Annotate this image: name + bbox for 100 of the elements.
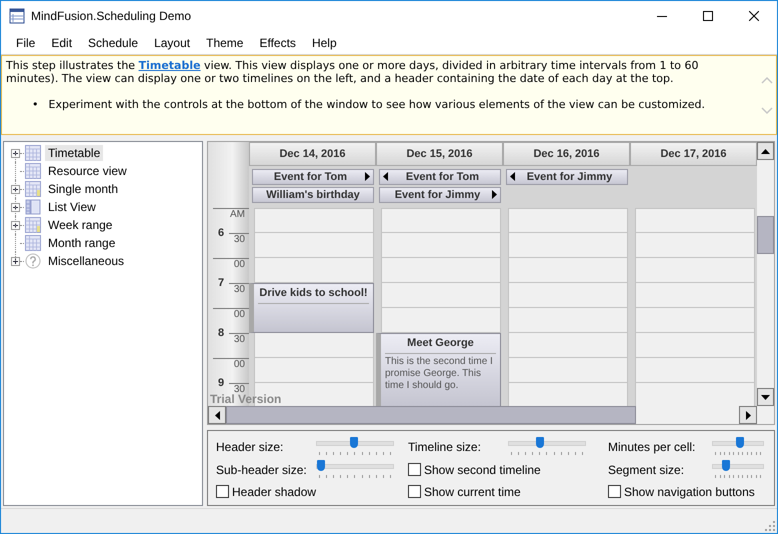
time-cell[interactable] — [254, 258, 374, 282]
time-cell[interactable] — [508, 382, 628, 406]
left-arrow-icon — [214, 410, 220, 420]
hour-label: 9 — [218, 377, 224, 389]
list-icon — [25, 199, 41, 215]
time-cell[interactable] — [508, 232, 628, 258]
day-header: Dec 15, 2016 — [376, 142, 503, 166]
checkbox[interactable] — [216, 485, 229, 498]
slider[interactable] — [508, 437, 586, 457]
minute-label: AM — [229, 208, 246, 222]
time-cell[interactable] — [254, 332, 374, 358]
time-cell[interactable] — [381, 208, 501, 232]
scroll-up-icon[interactable] — [761, 76, 773, 84]
menu-item[interactable]: Edit — [43, 36, 80, 50]
slider[interactable] — [712, 460, 764, 480]
checkbox[interactable] — [408, 485, 421, 498]
minute-label: 00 — [232, 258, 246, 272]
timetable-icon — [25, 145, 41, 161]
calendar-icon — [25, 181, 41, 197]
time-cell[interactable] — [508, 258, 628, 282]
all-day-event[interactable]: Event for Tom — [252, 168, 374, 185]
scroll-down-button[interactable] — [757, 388, 774, 406]
scroll-right-button[interactable] — [739, 406, 757, 424]
down-arrow-icon — [761, 394, 770, 400]
tree-item[interactable]: Resource view — [45, 163, 130, 179]
slider[interactable] — [316, 460, 394, 480]
all-day-event[interactable]: Event for Jimmy — [379, 186, 501, 203]
time-cell[interactable] — [635, 232, 755, 258]
time-cell[interactable] — [635, 332, 755, 358]
bullet-mark: • — [32, 98, 38, 112]
tree-item[interactable]: Month range — [45, 235, 118, 251]
slider[interactable] — [316, 437, 394, 457]
expand-icon[interactable] — [11, 148, 20, 158]
all-day-event[interactable]: Event for Jimmy — [506, 168, 628, 185]
appointment[interactable]: Drive kids to school! — [249, 282, 374, 332]
day-header: Dec 17, 2016 — [630, 142, 757, 166]
checkbox-label[interactable]: Show current time — [424, 482, 521, 500]
time-cell[interactable] — [508, 308, 628, 332]
timetable-link[interactable]: Timetable — [138, 59, 201, 72]
scroll-left-button[interactable] — [208, 406, 226, 424]
right-arrow-icon — [746, 410, 750, 420]
time-cell[interactable] — [635, 358, 755, 382]
expand-icon[interactable] — [11, 202, 20, 212]
time-cell[interactable] — [254, 208, 374, 232]
time-cell[interactable] — [381, 308, 501, 332]
menu-item[interactable]: Effects — [251, 36, 304, 50]
calendar-icon — [25, 217, 41, 233]
hour-label: 7 — [218, 277, 224, 289]
time-cell[interactable] — [254, 358, 374, 382]
time-cell[interactable] — [635, 282, 755, 308]
tree-item[interactable]: Timetable — [45, 145, 104, 161]
tree-item[interactable]: Week range — [45, 217, 116, 233]
tree-item[interactable]: Miscellaneous — [45, 253, 128, 269]
time-cell[interactable] — [254, 232, 374, 258]
close-icon — [749, 11, 759, 21]
menu-item[interactable]: File — [8, 36, 44, 50]
checkbox[interactable] — [608, 485, 621, 498]
setting-label: Segment size: — [608, 462, 686, 477]
checkbox[interactable] — [408, 462, 421, 476]
slider[interactable] — [712, 437, 764, 457]
hour-label: 6 — [218, 227, 224, 239]
tree-item[interactable]: Single month — [45, 181, 122, 197]
setting-label: Header size: — [216, 439, 284, 454]
time-cell[interactable] — [508, 282, 628, 308]
menu-item[interactable]: Schedule — [80, 36, 146, 50]
checkbox-label[interactable]: Show navigation buttons — [624, 482, 755, 500]
time-cell[interactable] — [508, 208, 628, 232]
time-cell[interactable] — [381, 282, 501, 308]
scroll-up-button[interactable] — [757, 142, 774, 160]
setting-label: Sub-header size: — [216, 462, 308, 477]
expand-icon[interactable] — [11, 184, 20, 194]
time-cell[interactable] — [508, 332, 628, 358]
all-day-event[interactable]: William's birthday — [252, 186, 374, 203]
setting-label: Minutes per cell: — [608, 439, 696, 454]
tree-item[interactable]: List View — [45, 199, 99, 215]
time-cell[interactable] — [635, 382, 755, 406]
time-cell[interactable] — [381, 258, 501, 282]
time-cell[interactable] — [635, 258, 755, 282]
grid-icon — [25, 163, 41, 179]
scroll-thumb[interactable] — [226, 406, 636, 424]
time-cell[interactable] — [381, 232, 501, 258]
scroll-down-icon[interactable] — [761, 106, 773, 114]
all-day-event[interactable]: Event for Tom — [379, 168, 501, 185]
time-cell[interactable] — [508, 358, 628, 382]
checkbox-label[interactable]: Show second timeline — [424, 460, 541, 477]
time-cell[interactable] — [635, 208, 755, 232]
maximize-icon — [703, 11, 713, 21]
header-corner — [208, 142, 249, 166]
app-icon — [9, 8, 25, 24]
menu-item[interactable]: Layout — [146, 36, 198, 50]
resize-grip-icon[interactable] — [765, 521, 775, 531]
expand-icon[interactable] — [11, 220, 20, 230]
scroll-thumb[interactable] — [757, 216, 774, 254]
expand-icon[interactable] — [11, 256, 20, 266]
menu-item[interactable]: Theme — [198, 36, 252, 50]
menu-item[interactable]: Help — [304, 36, 345, 50]
appointment[interactable]: Meet George This is the second time I promise George. This time I should go. — [376, 332, 501, 406]
checkbox-label[interactable]: Header shadow — [232, 482, 316, 500]
minute-label: 30 — [229, 332, 249, 358]
time-cell[interactable] — [635, 308, 755, 332]
